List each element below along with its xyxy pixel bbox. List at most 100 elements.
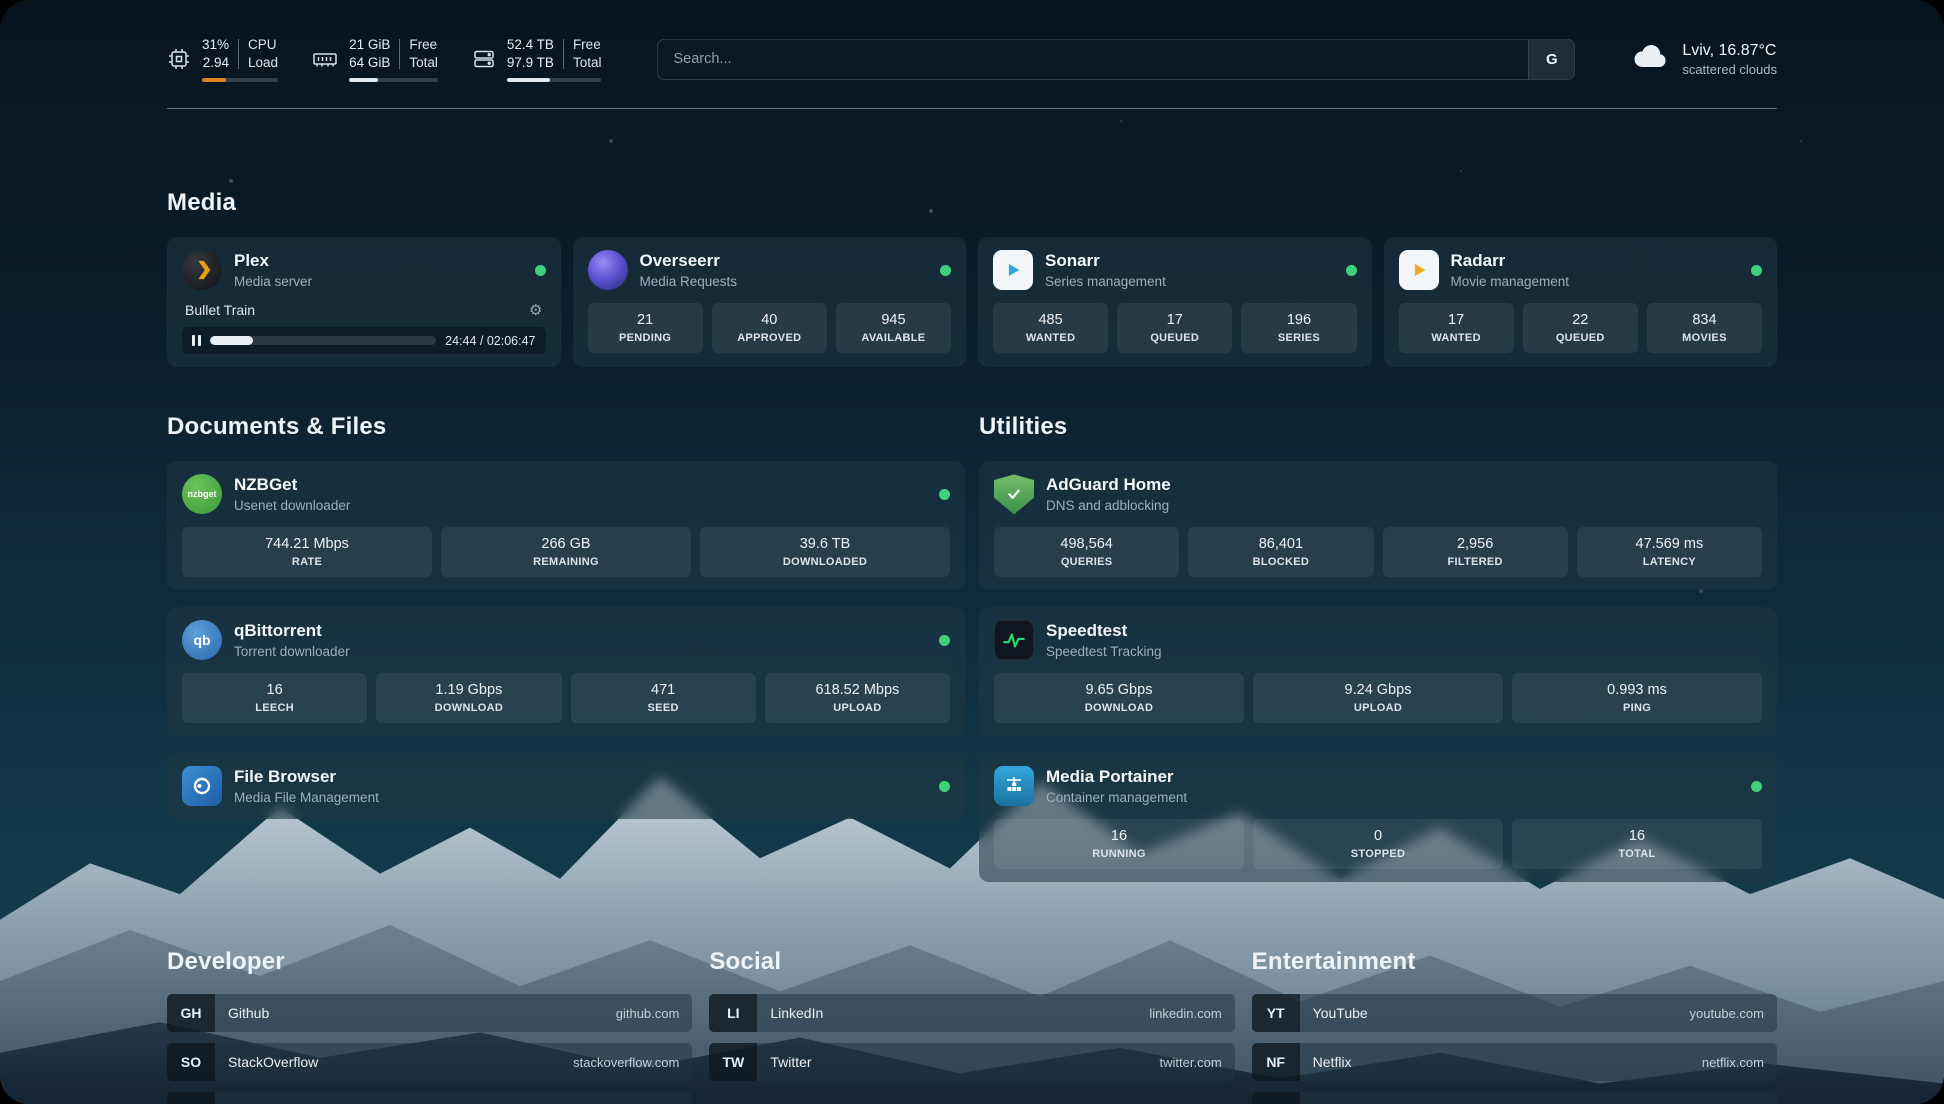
disk-free-value: 52.4 TB	[507, 36, 554, 54]
disk-icon	[472, 47, 496, 71]
service-card-nzbget[interactable]: nzbget NZBGet Usenet downloader 744.21 M…	[167, 461, 965, 590]
cpu-label: CPU	[248, 36, 277, 54]
radarr-icon	[1399, 250, 1439, 290]
service-card-overseerr[interactable]: Overseerr Media Requests 21PENDING 40APP…	[573, 237, 967, 367]
service-card-qbittorrent[interactable]: qb qBittorrent Torrent downloader 16LEEC…	[167, 607, 965, 736]
plex-icon	[182, 250, 222, 290]
section-utilities: Utilities AdGuard Home DNS and adblo	[979, 413, 1777, 882]
stat-latency: 47.569 msLATENCY	[1577, 527, 1762, 577]
bookmark-reddit[interactable]: RE Reddit reddit.com	[1252, 1092, 1777, 1104]
adguard-shield-icon	[994, 474, 1034, 514]
pause-icon[interactable]	[192, 335, 201, 346]
service-desc: Movie management	[1451, 274, 1570, 289]
service-desc: Media File Management	[234, 790, 379, 805]
divider	[238, 39, 239, 69]
stat-upload: 9.24 GbpsUPLOAD	[1253, 673, 1503, 723]
memory-icon	[312, 47, 338, 71]
section-title-developer: Developer	[167, 948, 692, 976]
search-input[interactable]	[658, 40, 1528, 79]
status-dot	[939, 781, 950, 792]
memory-total-label: Total	[409, 54, 438, 72]
service-name: File Browser	[234, 767, 379, 787]
service-desc: Media server	[234, 274, 312, 289]
memory-progress-bar	[349, 78, 438, 82]
now-playing-title: Bullet Train	[185, 302, 255, 318]
bookmark-linkedin[interactable]: LI LinkedIn linkedin.com	[709, 994, 1234, 1032]
memory-total-value: 64 GiB	[349, 54, 390, 72]
service-card-plex[interactable]: Plex Media server Bullet Train ⚙	[167, 237, 561, 367]
memory-free-label: Free	[409, 36, 437, 54]
service-card-speedtest[interactable]: Speedtest Speedtest Tracking 9.65 GbpsDO…	[979, 607, 1777, 736]
service-desc: Media Requests	[640, 274, 738, 289]
qbittorrent-icon: qb	[182, 620, 222, 660]
cpu-load-value: 2.94	[203, 54, 229, 72]
stat-download: 9.65 GbpsDOWNLOAD	[994, 673, 1244, 723]
github-icon: GH	[167, 994, 215, 1032]
service-card-portainer[interactable]: Media Portainer Container management 16R…	[979, 753, 1777, 882]
stat-available: 945AVAILABLE	[836, 303, 951, 353]
stat-wanted: 485WANTED	[993, 303, 1108, 353]
playback-time: 24:44 / 02:06:47	[445, 334, 535, 348]
playback-progress[interactable]	[210, 336, 437, 345]
stat-seed: 471SEED	[571, 673, 756, 723]
stat-filtered: 2,956FILTERED	[1383, 527, 1568, 577]
stat-queued: 22QUEUED	[1523, 303, 1638, 353]
gear-icon[interactable]: ⚙	[529, 301, 542, 319]
bookmark-github[interactable]: GH Github github.com	[167, 994, 692, 1032]
stat-downloaded: 39.6 TBDOWNLOADED	[700, 527, 950, 577]
service-card-adguard[interactable]: AdGuard Home DNS and adblocking 498,564Q…	[979, 461, 1777, 590]
search-provider-button[interactable]: G	[1528, 40, 1574, 79]
stat-series: 196SERIES	[1241, 303, 1356, 353]
stat-blocked: 86,401BLOCKED	[1188, 527, 1373, 577]
search-bar: G	[657, 39, 1575, 80]
dashboard-screen: 31% 2.94 CPU Load	[0, 0, 1944, 1104]
service-desc: Speedtest Tracking	[1046, 644, 1162, 659]
speedtest-icon	[994, 620, 1034, 660]
service-desc: Container management	[1046, 790, 1187, 805]
status-dot	[1751, 265, 1762, 276]
service-desc: Torrent downloader	[234, 644, 350, 659]
stat-queued: 17QUEUED	[1117, 303, 1232, 353]
divider	[399, 39, 400, 69]
stat-wanted: 17WANTED	[1399, 303, 1514, 353]
stat-remaining: 266 GBREMAINING	[441, 527, 691, 577]
disk-widget: 52.4 TB 97.9 TB Free Total	[472, 36, 602, 82]
bookmark-twitter[interactable]: TW Twitter twitter.com	[709, 1043, 1234, 1081]
section-title-entertainment: Entertainment	[1252, 948, 1777, 976]
disk-total-label: Total	[573, 54, 602, 72]
cpu-progress-bar	[202, 78, 278, 82]
section-title-utilities: Utilities	[979, 413, 1777, 441]
section-title-media: Media	[167, 189, 1777, 217]
service-card-radarr[interactable]: Radarr Movie management 17WANTED 22QUEUE…	[1384, 237, 1778, 367]
status-dot	[1751, 781, 1762, 792]
status-dot	[940, 265, 951, 276]
bookmark-stackoverflow[interactable]: SO StackOverflow stackoverflow.com	[167, 1043, 692, 1081]
weather-condition: scattered clouds	[1682, 62, 1777, 77]
stat-running: 16RUNNING	[994, 819, 1244, 869]
stat-leech: 16LEECH	[182, 673, 367, 723]
disk-progress-bar	[507, 78, 602, 82]
service-name: Speedtest	[1046, 621, 1162, 641]
reddit-icon: RE	[1252, 1092, 1300, 1104]
section-title-documents: Documents & Files	[167, 413, 965, 441]
bookmark-dev[interactable]: DT DEV dev.to	[167, 1092, 692, 1104]
cpu-widget: 31% 2.94 CPU Load	[167, 36, 278, 82]
section-media: Media Plex Media server	[167, 189, 1777, 367]
service-name: Plex	[234, 251, 312, 271]
divider	[563, 39, 564, 69]
stat-rate: 744.21 MbpsRATE	[182, 527, 432, 577]
cpu-load-label: Load	[248, 54, 278, 72]
weather-location-temp: Lviv, 16.87°C	[1682, 42, 1777, 60]
status-dot	[1346, 265, 1357, 276]
bookmark-netflix[interactable]: NF Netflix netflix.com	[1252, 1043, 1777, 1081]
service-card-sonarr[interactable]: Sonarr Series management 485WANTED 17QUE…	[978, 237, 1372, 367]
top-bar: 31% 2.94 CPU Load	[167, 36, 1777, 82]
memory-widget: 21 GiB 64 GiB Free Total	[312, 36, 438, 82]
bookmark-youtube[interactable]: YT YouTube youtube.com	[1252, 994, 1777, 1032]
service-card-filebrowser[interactable]: File Browser Media File Management	[167, 753, 965, 819]
plex-now-playing-widget: Bullet Train ⚙ 24:44 / 02:06:47	[182, 299, 546, 354]
service-desc: Series management	[1045, 274, 1166, 289]
header-divider	[167, 108, 1777, 109]
service-name: Media Portainer	[1046, 767, 1187, 787]
stat-upload: 618.52 MbpsUPLOAD	[765, 673, 950, 723]
